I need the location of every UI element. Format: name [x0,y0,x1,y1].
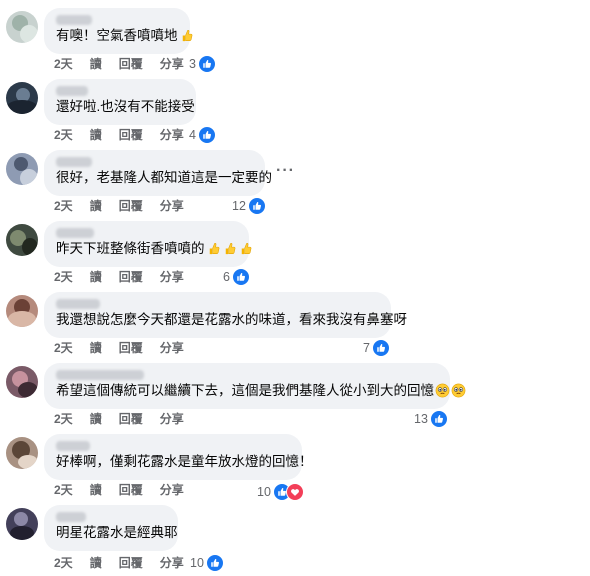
timestamp[interactable]: 2天 [54,482,73,498]
read-button[interactable]: 讀 [90,482,102,498]
share-button[interactable]: 分享 [160,56,184,72]
reaction-count[interactable]: 10 [190,554,224,572]
commenter-name[interactable] [56,86,88,96]
reaction-number: 12 [232,199,246,213]
comment-text: 明星花露水是經典耶 [56,525,178,540]
share-button[interactable]: 分享 [160,127,184,143]
commenter-name[interactable] [56,228,94,238]
comment-actions: 2天 讀 回覆 分享 [54,269,201,285]
thumbs-up-emoji-icon [179,28,194,43]
commenter-name[interactable] [56,299,100,309]
comment-text: 昨天下班整條街香噴噴的 [56,240,237,258]
reaction-number: 7 [363,341,370,355]
avatar[interactable] [6,153,38,185]
reaction-number: 6 [223,270,230,284]
avatar[interactable] [6,295,38,327]
share-button[interactable]: 分享 [160,411,184,427]
share-button[interactable]: 分享 [160,198,184,214]
avatar[interactable] [6,224,38,256]
crying-face-emoji-icon [451,383,466,398]
timestamp[interactable]: 2天 [54,56,73,72]
timestamp[interactable]: 2天 [54,340,73,356]
comment-text: 希望這個傳統可以繼續下去，這個是我們基隆人從小到大的回憶 [56,382,438,400]
reply-button[interactable]: 回覆 [119,56,143,72]
comment-bubble: 昨天下班整條街香噴噴的 [44,221,249,267]
reply-button[interactable]: 回覆 [119,555,143,571]
timestamp[interactable]: 2天 [54,555,73,571]
timestamp[interactable]: 2天 [54,127,73,143]
comment-bubble: 希望這個傳統可以繼續下去，這個是我們基隆人從小到大的回憶 [44,363,450,409]
reaction-number: 13 [414,412,428,426]
comment-bubble: 明星花露水是經典耶 [44,505,178,551]
reply-button[interactable]: 回覆 [119,482,143,498]
commenter-name[interactable] [56,441,90,451]
comment-actions: 2天 讀 回覆 分享 [54,482,201,498]
crying-face-emoji-icon [435,383,450,398]
avatar[interactable] [6,437,38,469]
commenter-name[interactable] [56,157,92,167]
share-button[interactable]: 分享 [160,340,184,356]
comment-actions: 2天 讀 回覆 分享 [54,411,201,427]
thumbs-up-emoji-icon [238,241,253,256]
comment: 好棒啊，僅剩花露水是童年放水燈的回憶！ 2天讀回覆 分享 10 [0,426,590,501]
more-options-icon[interactable]: ··· [276,162,295,180]
timestamp[interactable]: 2天 [54,269,73,285]
read-button[interactable]: 讀 [90,340,102,356]
commenter-name[interactable] [56,15,92,25]
comment-text: 還好啦.也沒有不能接受 [56,99,195,114]
read-button[interactable]: 讀 [90,127,102,143]
comment: 還好啦.也沒有不能接受 2天 讀 回覆 分享 4 [0,71,590,144]
comment-text: 很好，老基隆人都知道這是一定要的 [56,170,272,185]
reply-button[interactable]: 回覆 [119,340,143,356]
reaction-number: 10 [190,556,204,570]
thumbs-up-icon [205,554,224,572]
comment-actions: 2天 讀 回覆 分享 [54,555,201,571]
avatar[interactable] [6,508,38,540]
reply-button[interactable]: 回覆 [119,269,143,285]
comment: 很好，老基隆人都知道這是一定要的 ··· 2天 讀 回覆 分享 12 [0,142,590,215]
comment-bubble: 我還想說怎麼今天都還是花露水的味道，看來我沒有鼻塞呀 [44,292,407,338]
comment-actions: 2天 讀 回覆 分享 [54,56,201,72]
comment-bubble: 有噢！空氣香噴噴地 [44,8,190,54]
avatar[interactable] [6,366,38,398]
share-button[interactable]: 分享 [160,269,184,285]
timestamp[interactable]: 2天 [54,198,73,214]
comment-actions: 2天 讀 回覆 分享 [54,127,201,143]
share-button[interactable]: 分享 [160,555,184,571]
comment-actions: 2天 讀 回覆 分享 [54,198,201,214]
comment: 明星花露水是經典耶 2天 讀 回覆 分享 10 [0,497,590,572]
reply-button[interactable]: 回覆 [119,411,143,427]
reaction-number: 3 [189,57,196,71]
timestamp[interactable]: 2天 [54,411,73,427]
read-button[interactable]: 讀 [90,411,102,427]
thumbs-up-emoji-icon [222,241,237,256]
comment-bubble: 還好啦.也沒有不能接受 [44,79,196,125]
reply-button[interactable]: 回覆 [119,127,143,143]
read-button[interactable]: 讀 [90,269,102,285]
avatar[interactable] [6,82,38,114]
comment-bubble: 好棒啊，僅剩花露水是童年放水燈的回憶！ [44,434,313,480]
comment: 希望這個傳統可以繼續下去，這個是我們基隆人從小到大的回憶 2天 讀 回覆 分享 13 [0,355,590,428]
comment: 我還想說怎麼今天都還是花露水的味道，看來我沒有鼻塞呀 2天 讀 回覆 分享 7 [0,284,590,357]
comment: 昨天下班整條街香噴噴的 2天 讀 回覆 分享 6 [0,213,590,286]
comment-text: 好棒啊，僅剩花露水是童年放水燈的回憶！ [56,454,313,469]
commenter-name[interactable] [56,370,144,380]
comment: 有噢！空氣香噴噴地 2天 讀 回覆 分享 3 [0,0,590,73]
avatar[interactable] [6,11,38,43]
read-button[interactable]: 讀 [90,56,102,72]
comment-bubble: 很好，老基隆人都知道這是一定要的 [44,150,272,196]
read-button[interactable]: 讀 [90,555,102,571]
comment-text: 我還想說怎麼今天都還是花露水的味道，看來我沒有鼻塞呀 [56,312,407,327]
commenter-name[interactable] [56,512,86,522]
share-button[interactable]: 分享 [160,482,184,498]
comment-text: 有噢！空氣香噴噴地 [56,27,178,45]
thumbs-up-emoji-icon [206,241,221,256]
comment-actions: 2天 讀 回覆 分享 [54,340,201,356]
reaction-number: 4 [189,128,196,142]
reply-button[interactable]: 回覆 [119,198,143,214]
read-button[interactable]: 讀 [90,198,102,214]
